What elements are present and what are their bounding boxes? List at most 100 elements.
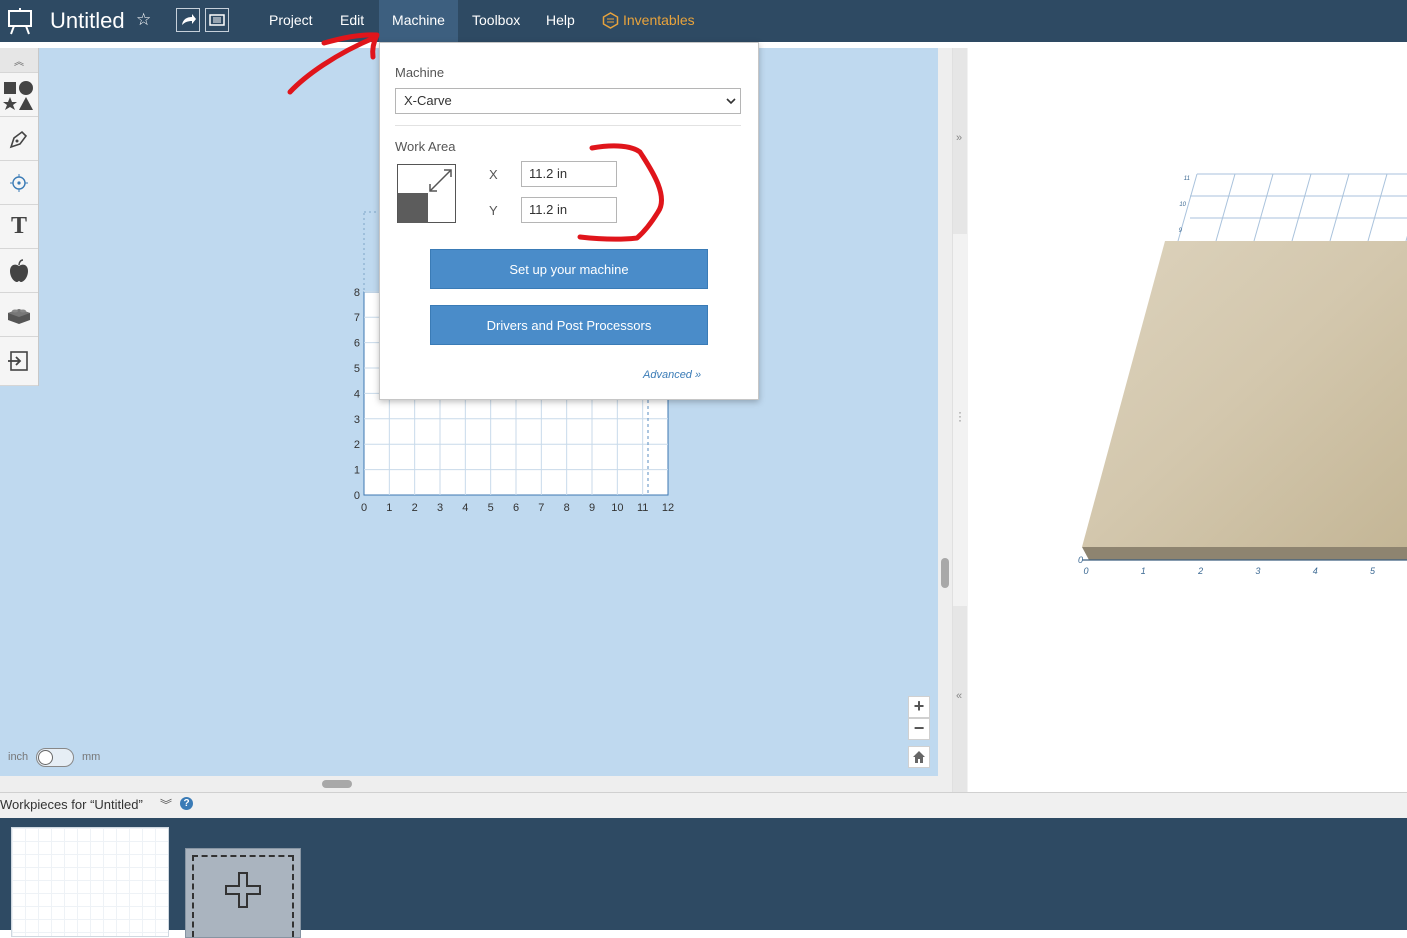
preview-x-tick-label: 5 <box>1370 566 1376 576</box>
expand-left-icon[interactable]: « <box>956 690 962 702</box>
target-tool[interactable] <box>0 161 38 205</box>
machine-select-value: X-Carve <box>404 93 452 108</box>
back-grid-line <box>1367 173 1388 242</box>
help-icon[interactable]: ? <box>180 797 193 810</box>
inventables-logo-icon <box>602 12 619 34</box>
y-tick-label: 1 <box>354 465 360 477</box>
text-icon: T <box>10 213 27 239</box>
lego-brick-icon <box>8 308 30 324</box>
share-icon[interactable] <box>176 8 200 32</box>
x-tick-label: 4 <box>462 502 468 514</box>
shapes-icon <box>3 80 33 110</box>
y-tick-label: 0 <box>354 490 360 502</box>
preview-x-tick-label: 2 <box>1197 566 1203 576</box>
back-grid-line <box>1215 173 1236 242</box>
advanced-link[interactable]: Advanced » <box>643 369 701 381</box>
y-tick-label: 6 <box>354 338 360 350</box>
back-grid-line <box>1253 173 1274 242</box>
x-tick-label: 7 <box>538 502 544 514</box>
work-area-label: Work Area <box>395 139 456 154</box>
pen-icon <box>9 130 28 148</box>
preview-back-tick-label: 11 <box>1184 176 1190 182</box>
y-tick-label: 4 <box>354 388 360 400</box>
x-tick-label: 8 <box>564 502 570 514</box>
preview-x-tick-label: 4 <box>1313 566 1318 576</box>
home-button[interactable] <box>908 746 930 768</box>
shapes-tool[interactable] <box>0 73 38 117</box>
project-title[interactable]: Untitled <box>50 8 125 34</box>
collapse-toolbar-button[interactable]: ︽ <box>0 48 38 73</box>
apple-icon <box>10 258 28 282</box>
3d-preview-scene: 0 1 2 3 4 5 11 10 9 0 <box>1078 173 1407 576</box>
import-icon <box>8 351 28 371</box>
x-label: X <box>489 167 498 182</box>
zoom-out-button[interactable]: − <box>908 718 930 740</box>
chevron-up-icon: ︽ <box>14 56 24 68</box>
horizontal-scroll-thumb[interactable] <box>322 780 352 788</box>
machine-label: Machine <box>395 65 445 80</box>
x-tick-label: 6 <box>513 502 519 514</box>
annotation-arrow <box>287 32 380 95</box>
import-tool[interactable] <box>0 337 38 386</box>
3d-preview[interactable]: 0 1 2 3 4 5 11 10 9 0 <box>968 48 1407 792</box>
plus-icon <box>225 872 261 908</box>
workpieces-bar: Workpieces for “Untitled” ︾ ? <box>0 792 1407 819</box>
x-tick-label: 3 <box>437 502 443 514</box>
preview-x-tick-label: 0 <box>1083 566 1088 576</box>
star-icon[interactable]: ☆ <box>136 10 151 30</box>
parts-tool[interactable] <box>0 293 38 337</box>
top-bar: Untitled ☆ Project Edit Machine Toolbox … <box>0 0 1407 42</box>
preview-x-tick-label: 1 <box>1141 566 1146 576</box>
preview-x-tick-label: 3 <box>1255 566 1260 576</box>
chevron-down-icon <box>726 89 736 121</box>
left-toolbar: ︽ T <box>0 48 39 386</box>
machine-dropdown-panel: Machine X-Carve Work Area X 11.2 in Y 11… <box>379 42 759 400</box>
drivers-post-processors-button[interactable]: Drivers and Post Processors <box>430 305 708 345</box>
y-tick-label: 2 <box>354 439 360 451</box>
menu-inventables[interactable]: Inventables <box>623 0 695 42</box>
back-grid-line <box>1329 173 1350 242</box>
unit-toggle[interactable] <box>36 748 74 767</box>
y-tick-label: 3 <box>354 414 360 426</box>
zoom-in-button[interactable]: + <box>908 696 930 718</box>
menu-help[interactable]: Help <box>546 0 575 42</box>
vertical-scrollbar[interactable] <box>938 48 952 776</box>
preview-back-tick-label: 9 <box>1179 228 1183 234</box>
y-tick-label: 8 <box>354 287 360 299</box>
unit-mm-label: mm <box>82 751 101 763</box>
x-tick-label: 1 <box>386 502 392 514</box>
preview-back-tick-label: 10 <box>1179 202 1186 208</box>
pen-tool[interactable] <box>0 117 38 161</box>
horizontal-scrollbar[interactable] <box>0 776 952 792</box>
machine-select[interactable]: X-Carve <box>395 88 741 114</box>
chevron-down-double-icon[interactable]: ︾ <box>160 796 172 813</box>
y-tick-label: 7 <box>354 312 360 324</box>
x-tick-label: 12 <box>662 502 674 514</box>
unit-inch-label: inch <box>8 751 29 763</box>
x-tick-label: 2 <box>412 502 418 514</box>
work-area-resize-icon <box>397 164 457 229</box>
apps-tool[interactable] <box>0 249 38 293</box>
add-workpiece-button[interactable] <box>185 848 301 938</box>
x-tick-label: 5 <box>488 502 494 514</box>
annotation-bracket <box>577 143 664 242</box>
x-tick-label: 11 <box>637 502 648 514</box>
present-icon[interactable] <box>205 8 229 32</box>
x-tick-label: 10 <box>611 502 623 514</box>
workpieces-title: Workpieces for “Untitled” <box>0 797 143 812</box>
workpieces-panel <box>0 818 1407 938</box>
setup-machine-button[interactable]: Set up your machine <box>430 249 708 289</box>
menu-machine[interactable]: Machine <box>379 0 458 42</box>
y-tick-label: 5 <box>354 363 360 375</box>
dropdown-divider <box>395 125 741 126</box>
workpiece-thumbnail[interactable] <box>11 827 169 937</box>
expand-right-icon[interactable]: » <box>956 132 962 144</box>
text-tool[interactable]: T <box>0 205 38 249</box>
vertical-scroll-thumb[interactable] <box>941 558 949 588</box>
easel-logo-icon[interactable] <box>6 7 34 40</box>
y-label: Y <box>489 203 498 218</box>
menu-toolbox[interactable]: Toolbox <box>472 0 520 42</box>
drag-handle-icon[interactable]: · · · <box>958 406 962 426</box>
preview-y-origin-label: 0 <box>1078 555 1083 565</box>
x-tick-label: 9 <box>589 502 595 514</box>
